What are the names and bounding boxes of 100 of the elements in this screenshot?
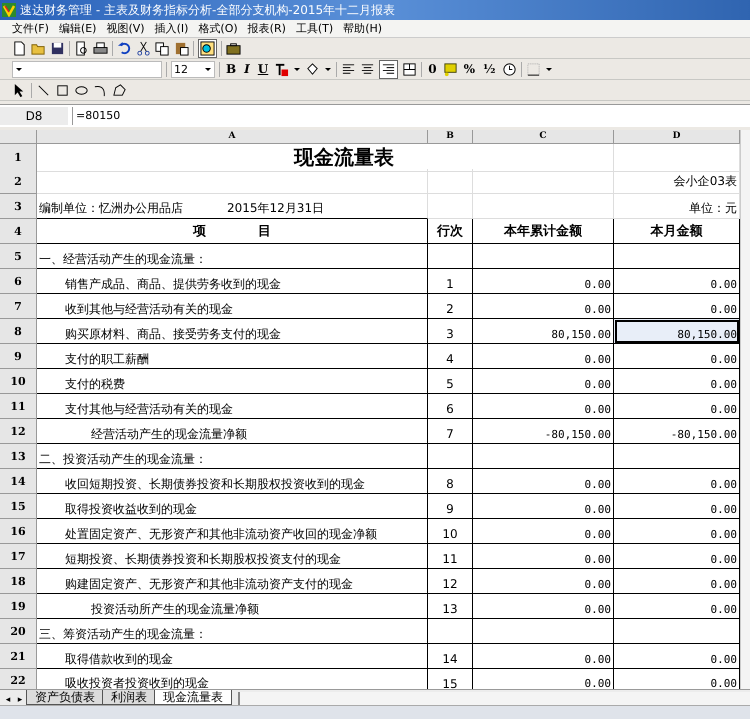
font-color-icon[interactable]	[274, 62, 290, 76]
sheet-tab[interactable]: 资产负债表	[26, 690, 104, 705]
amount-cell[interactable]: -80,150.00	[614, 419, 740, 444]
amount-cell[interactable]: 0.00	[614, 469, 740, 494]
row-header[interactable]: 15	[0, 494, 37, 519]
menu-item[interactable]: 视图(V)	[106, 21, 145, 36]
row-header[interactable]: 13	[0, 444, 37, 469]
horizontal-scrollbar[interactable]	[238, 692, 750, 705]
line-tool-icon[interactable]	[36, 82, 51, 98]
table-cell: 13	[428, 594, 473, 619]
align-center-icon[interactable]	[360, 62, 376, 76]
scissors-icon[interactable]	[136, 40, 151, 56]
amount-cell[interactable]: 80,150.00	[614, 319, 740, 344]
scroll-left-arrow[interactable]: ◂	[2, 695, 14, 705]
menu-item[interactable]: 帮助(H)	[343, 21, 382, 36]
amount-cell[interactable]	[614, 444, 740, 469]
row-header[interactable]: 4	[0, 219, 37, 244]
text-style-button[interactable]: I	[242, 62, 252, 76]
caret-icon[interactable]	[15, 65, 23, 73]
caret-icon[interactable]	[544, 65, 553, 73]
row-header[interactable]: 12	[0, 419, 37, 444]
amount-cell[interactable]: 0.00	[614, 544, 740, 569]
formula-input[interactable]: =80150	[72, 107, 750, 125]
column-header[interactable]: C	[473, 130, 614, 144]
row-header[interactable]: 10	[0, 369, 37, 394]
font-size-dropdown[interactable]: 12	[171, 60, 215, 78]
column-header[interactable]: D	[614, 130, 740, 144]
scroll-right-arrow[interactable]: ▸	[14, 695, 26, 705]
table-cell: 短期投资、长期债券投资和长期股权投资支付的现金	[37, 544, 428, 569]
row-header[interactable]: 8	[0, 319, 37, 344]
amount-cell[interactable]: 0.00	[614, 594, 740, 619]
fraction-button[interactable]: ½	[481, 62, 498, 76]
paste-icon[interactable]	[174, 40, 189, 56]
copy-icon[interactable]	[155, 40, 170, 56]
table-cell: 2	[428, 294, 473, 319]
sheet-tab[interactable]: 现金流量表	[154, 690, 232, 705]
amount-cell[interactable]: 0.00	[614, 644, 740, 669]
amount-cell[interactable]: 0.00	[614, 519, 740, 544]
vertical-scrollbar[interactable]	[740, 130, 750, 689]
column-header[interactable]: B	[428, 130, 473, 144]
row-header[interactable]: 16	[0, 519, 37, 544]
save-icon[interactable]	[50, 40, 65, 56]
cell-reference-field[interactable]: D8	[0, 107, 68, 125]
menu-item[interactable]: 格式(O)	[198, 21, 238, 36]
caret-icon[interactable]	[324, 65, 332, 73]
amount-cell[interactable]: 0.00	[614, 294, 740, 319]
menu-item[interactable]: 插入(I)	[154, 21, 188, 36]
rectangle-tool-icon[interactable]	[55, 82, 70, 98]
row-header[interactable]: 19	[0, 594, 37, 619]
table-cell: 80,150.00	[473, 319, 614, 344]
row-header[interactable]: 20	[0, 619, 37, 644]
amount-cell[interactable]	[614, 244, 740, 269]
menu-item[interactable]: 报表(R)	[248, 21, 286, 36]
row-header[interactable]: 11	[0, 394, 37, 419]
row-header[interactable]: 3	[0, 194, 37, 219]
polygon-tool-icon[interactable]	[112, 82, 127, 98]
amount-cell[interactable]: 0.00	[614, 569, 740, 594]
undo-icon[interactable]	[117, 40, 132, 56]
row-header[interactable]: 5	[0, 244, 37, 269]
row-header[interactable]: 7	[0, 294, 37, 319]
text-style-button[interactable]: B	[224, 62, 238, 76]
clock-icon[interactable]	[502, 62, 517, 76]
table-cell: 支付其他与经营活动有关的现金	[37, 394, 428, 419]
row-header[interactable]: 17	[0, 544, 37, 569]
row-header[interactable]: 2	[0, 169, 37, 194]
table-cell: 支付的税费	[37, 369, 428, 394]
merge-cells-icon[interactable]	[402, 62, 418, 76]
amount-cell[interactable]: 0.00	[614, 494, 740, 519]
number-format-button[interactable]: 0	[426, 62, 439, 76]
amount-cell[interactable]: 0.00	[614, 269, 740, 294]
amount-cell[interactable]: 0.00	[614, 369, 740, 394]
menu-item[interactable]: 编辑(E)	[58, 21, 96, 36]
sheet-tab[interactable]: 利润表	[102, 690, 156, 705]
table-cell: 14	[428, 644, 473, 669]
table-cell: 支付的职工薪酬	[37, 344, 428, 369]
amount-cell[interactable]	[614, 619, 740, 644]
borders-icon[interactable]	[526, 62, 541, 76]
printer-icon[interactable]	[93, 40, 108, 56]
row-header[interactable]: 6	[0, 269, 37, 294]
new-file-icon[interactable]	[12, 40, 27, 56]
row-header[interactable]: 22	[0, 669, 37, 689]
form-code: 会小企03表	[674, 172, 737, 190]
row-header[interactable]: 18	[0, 569, 37, 594]
caret-icon[interactable]	[293, 65, 302, 73]
table-cell: 经营活动产生的现金流量净额	[37, 419, 428, 444]
briefcase-icon[interactable]	[226, 40, 241, 56]
amount-cell[interactable]: 0.00	[614, 344, 740, 369]
caret-icon[interactable]	[204, 65, 212, 73]
row-header[interactable]: 21	[0, 644, 37, 669]
row-header[interactable]: 9	[0, 344, 37, 369]
percent-button[interactable]: %	[462, 62, 478, 76]
row-header[interactable]: 14	[0, 469, 37, 494]
menu-item[interactable]: 工具(T)	[296, 21, 334, 36]
print-preview-icon[interactable]	[74, 40, 89, 56]
align-left-icon[interactable]	[341, 62, 356, 76]
amount-cell[interactable]: 0.00	[614, 394, 740, 419]
table-cell: 6	[428, 394, 473, 419]
text-style-button[interactable]: U	[256, 62, 270, 76]
menu-item[interactable]: 文件(F)	[12, 21, 49, 36]
column-header[interactable]: A	[37, 130, 428, 144]
